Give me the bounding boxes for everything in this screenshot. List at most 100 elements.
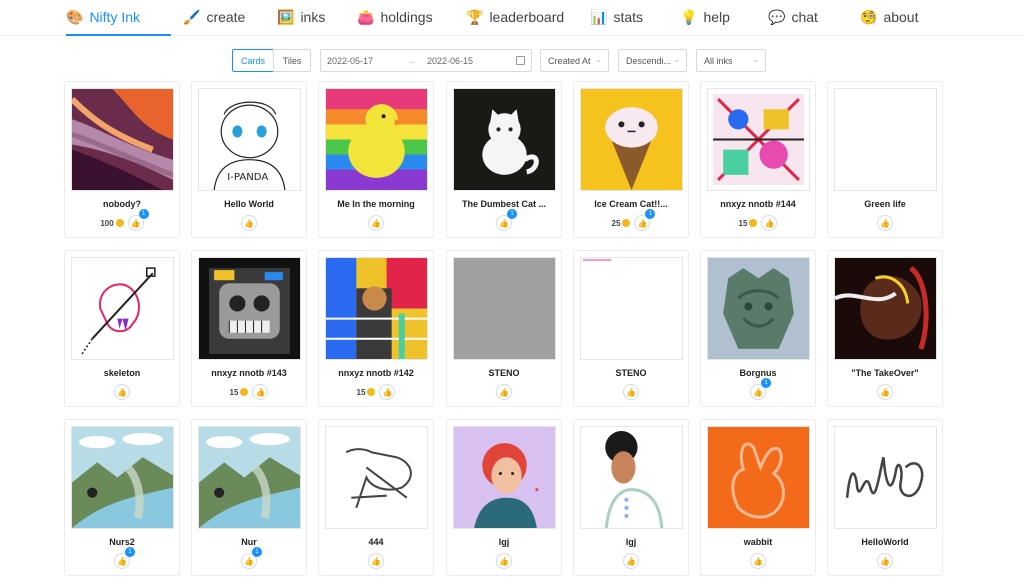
ink-thumbnail[interactable]	[71, 426, 174, 529]
like-button[interactable]: 👍 1	[127, 209, 149, 231]
calendar-icon[interactable]	[516, 56, 525, 65]
ink-card[interactable]: Nur 👍 1	[191, 419, 307, 576]
ink-card[interactable]: nobody? 100 👍 1	[64, 81, 180, 238]
like-button[interactable]: 👍 1	[750, 378, 771, 400]
ink-title[interactable]: Green life	[828, 199, 942, 209]
ink-title[interactable]: wabbit	[701, 537, 815, 547]
nav-item-chat[interactable]: 💬 chat	[768, 8, 823, 36]
ink-filter-select[interactable]: All inks ⌄	[696, 49, 766, 72]
ink-thumbnail[interactable]	[834, 426, 937, 529]
ink-thumbnail[interactable]	[453, 88, 556, 191]
ink-thumbnail[interactable]	[580, 88, 683, 191]
like-button[interactable]: 👍	[877, 215, 893, 231]
ink-title[interactable]: The Dumbest Cat ...	[447, 199, 561, 209]
ink-card[interactable]: lgj 👍	[573, 419, 689, 576]
ink-title[interactable]: lgj	[447, 537, 561, 547]
ink-card[interactable]: Ice Cream Cat!!... 25 👍 1	[573, 81, 689, 238]
ink-title[interactable]: nnxyz nnotb #144	[701, 199, 815, 209]
ink-thumbnail[interactable]	[707, 257, 810, 360]
ink-card[interactable]: The Dumbest Cat ... 👍 1	[446, 81, 562, 238]
ink-thumbnail[interactable]	[834, 257, 937, 360]
like-button[interactable]: 👍	[496, 553, 512, 569]
like-button[interactable]: 👍	[379, 384, 396, 400]
ink-card[interactable]: "The TakeOver" 👍	[827, 250, 943, 407]
ink-thumbnail[interactable]	[834, 88, 937, 191]
ink-thumbnail[interactable]	[707, 88, 810, 191]
like-button[interactable]: 👍	[623, 553, 639, 569]
like-button[interactable]: 👍	[877, 384, 893, 400]
like-button[interactable]: 👍 1	[496, 209, 517, 231]
ink-card[interactable]: nnxyz nnotb #144 15 👍	[700, 81, 816, 238]
date-range-picker[interactable]: 2022-05-17 → 2022-06-15	[320, 49, 532, 72]
like-button[interactable]: 👍 1	[241, 547, 262, 569]
sort-field-select[interactable]: Created At ⌄	[540, 49, 609, 72]
view-cards-toggle[interactable]: Cards	[232, 49, 274, 72]
ink-title[interactable]: HelloWorld	[828, 537, 942, 547]
ink-thumbnail[interactable]	[198, 426, 301, 529]
ink-card[interactable]: Green life 👍	[827, 81, 943, 238]
nav-item-stats[interactable]: 📊 stats	[590, 8, 650, 36]
like-button[interactable]: 👍	[877, 553, 893, 569]
ink-card[interactable]: 444 👍	[318, 419, 434, 576]
ink-title[interactable]: nobody?	[65, 199, 179, 209]
ink-thumbnail[interactable]	[453, 426, 556, 529]
ink-thumbnail[interactable]	[580, 426, 683, 529]
nav-item-holdings[interactable]: 👛 holdings	[357, 8, 437, 36]
ink-card[interactable]: Nurs2 👍 1	[64, 419, 180, 576]
sort-order-select[interactable]: Descendi... ⌄	[618, 49, 687, 72]
ink-title[interactable]: STENO	[574, 368, 688, 378]
ink-card[interactable]: nnxyz nnotb #143 15 👍	[191, 250, 307, 407]
ink-thumbnail[interactable]	[580, 257, 683, 360]
ink-thumbnail[interactable]	[707, 426, 810, 529]
nav-item-help[interactable]: 💡 help	[680, 8, 730, 36]
ink-title[interactable]: "The TakeOver"	[828, 368, 942, 378]
nav-item-leaderboard[interactable]: 🏆 leaderboard	[466, 8, 566, 36]
like-button[interactable]: 👍	[368, 553, 384, 569]
like-button[interactable]: 👍	[252, 384, 269, 400]
like-button[interactable]: 👍	[496, 384, 512, 400]
ink-thumbnail[interactable]	[71, 257, 174, 360]
ink-card[interactable]: STENO 👍	[573, 250, 689, 407]
ink-title[interactable]: Nur	[192, 537, 306, 547]
ink-title[interactable]: skeleton	[65, 368, 179, 378]
like-button[interactable]: 👍	[241, 215, 257, 231]
ink-thumbnail[interactable]	[325, 426, 428, 529]
nav-item-inks[interactable]: 🖼️ inks	[277, 8, 357, 36]
ink-card[interactable]: wabbit 👍	[700, 419, 816, 576]
ink-card[interactable]: Borgnus 👍 1	[700, 250, 816, 407]
like-button[interactable]: 👍	[368, 215, 384, 231]
nav-item-about[interactable]: 🧐 about	[860, 8, 925, 36]
ink-thumbnail[interactable]	[198, 257, 301, 360]
nav-item-create[interactable]: 🖌️ create	[183, 8, 258, 36]
ink-title[interactable]: 444	[319, 537, 433, 547]
ink-title[interactable]: Borgnus	[701, 368, 815, 378]
ink-thumbnail[interactable]: I-PANDA	[198, 88, 301, 191]
like-button[interactable]: 👍 1	[114, 547, 135, 569]
like-button[interactable]: 👍	[623, 384, 639, 400]
like-button[interactable]: 👍	[114, 384, 130, 400]
ink-card[interactable]: lgj 👍	[446, 419, 562, 576]
view-tiles-toggle[interactable]: Tiles	[273, 49, 311, 72]
nav-item-nifty-ink[interactable]: 🎨 Nifty Ink	[66, 8, 171, 36]
ink-title[interactable]: nnxyz nnotb #143	[192, 368, 306, 378]
ink-card[interactable]: Me In the morning 👍	[318, 81, 434, 238]
ink-card[interactable]: HelloWorld 👍	[827, 419, 943, 576]
ink-title[interactable]: Ice Cream Cat!!...	[574, 199, 688, 209]
ink-thumbnail[interactable]	[325, 88, 428, 191]
like-button[interactable]: 👍	[761, 215, 778, 231]
ink-title[interactable]: Me In the morning	[319, 199, 433, 209]
ink-title[interactable]: STENO	[447, 368, 561, 378]
date-end[interactable]: 2022-06-15	[427, 56, 513, 66]
ink-title[interactable]: nnxyz nnotb #142	[319, 368, 433, 378]
like-button[interactable]: 👍 1	[634, 209, 656, 231]
ink-thumbnail[interactable]	[325, 257, 428, 360]
ink-title[interactable]: lgj	[574, 537, 688, 547]
date-start[interactable]: 2022-05-17	[327, 56, 407, 66]
ink-card[interactable]: I-PANDA Hello World 👍	[191, 81, 307, 238]
ink-thumbnail[interactable]	[453, 257, 556, 360]
ink-title[interactable]: Hello World	[192, 199, 306, 209]
ink-thumbnail[interactable]	[71, 88, 174, 191]
ink-card[interactable]: skeleton 👍	[64, 250, 180, 407]
like-button[interactable]: 👍	[750, 553, 766, 569]
ink-card[interactable]: nnxyz nnotb #142 15 👍	[318, 250, 434, 407]
